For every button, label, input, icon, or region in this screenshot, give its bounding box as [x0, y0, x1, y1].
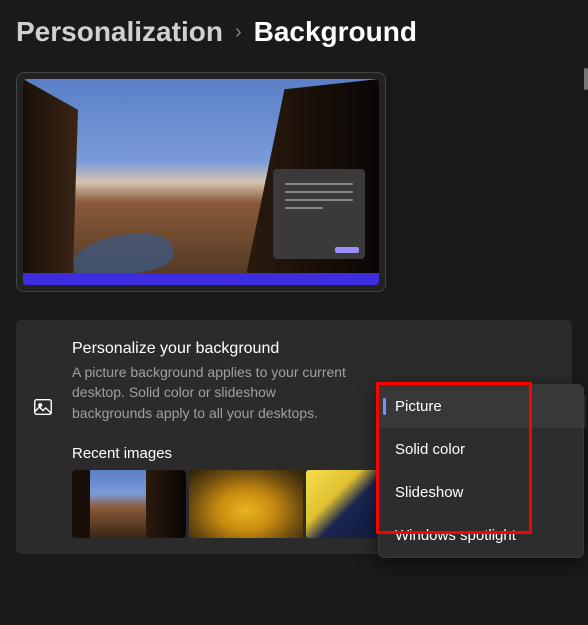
personalize-description: A picture background applies to your cur…: [72, 362, 352, 423]
preview-app-window: [273, 169, 365, 259]
chevron-right-icon: ›: [235, 21, 242, 44]
desktop-preview-image: [23, 79, 379, 285]
dropdown-option-slideshow[interactable]: Slideshow: [379, 471, 583, 514]
breadcrumb-parent-link[interactable]: Personalization: [16, 16, 223, 48]
desktop-preview-card: [16, 72, 386, 292]
background-type-menu: Picture Solid color Slideshow Windows sp…: [378, 384, 584, 558]
dropdown-option-solid-color[interactable]: Solid color: [379, 428, 583, 471]
dropdown-option-picture[interactable]: Picture: [379, 385, 583, 428]
recent-image-thumbnail[interactable]: [189, 470, 303, 538]
personalize-title: Personalize your background: [72, 340, 352, 358]
scrollbar[interactable]: [584, 68, 588, 90]
preview-taskbar: [23, 273, 379, 285]
recent-image-thumbnail[interactable]: [72, 470, 186, 538]
picture-icon: [32, 396, 54, 418]
breadcrumb: Personalization › Background: [16, 16, 572, 48]
dropdown-option-windows-spotlight[interactable]: Windows spotlight: [379, 514, 583, 557]
breadcrumb-current: Background: [254, 16, 417, 48]
